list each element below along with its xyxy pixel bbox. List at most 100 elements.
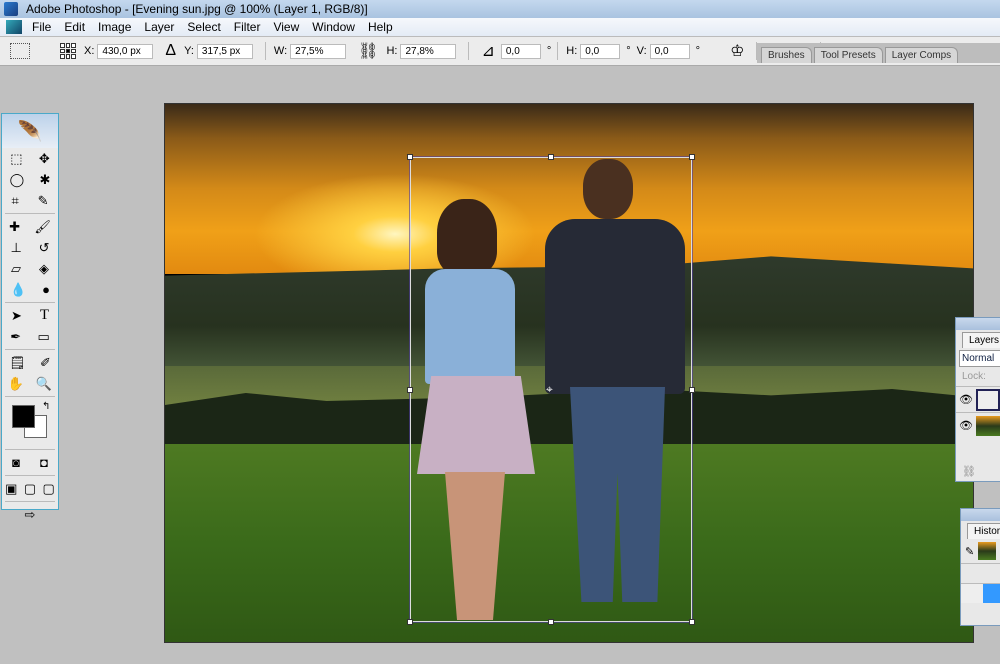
eye-icon[interactable]: 👁: [956, 419, 976, 432]
transform-handle[interactable]: [407, 387, 413, 393]
lasso-tool-icon[interactable]: ◯: [10, 172, 25, 188]
tool-preset-picker[interactable]: [10, 43, 30, 59]
palette-well: Brushes Tool Presets Layer Comps: [757, 43, 1000, 63]
healing-brush-icon[interactable]: ✚: [9, 219, 20, 235]
delta-icon[interactable]: Δ: [165, 42, 176, 60]
zoom-tool-icon[interactable]: 🔍: [36, 376, 52, 392]
brush-tool-icon[interactable]: 🖌: [34, 219, 51, 235]
lock-label: Lock:: [962, 371, 986, 382]
photoshop-app-icon[interactable]: [6, 20, 22, 34]
menu-bar: File Edit Image Layer Select Filter View…: [0, 18, 1000, 36]
document-canvas[interactable]: ⌖: [164, 103, 974, 643]
degree-symbol: °: [546, 45, 552, 57]
screen-mode-standard-icon[interactable]: ▣: [5, 481, 17, 497]
h-label: H:: [386, 45, 398, 57]
menu-layer[interactable]: Layer: [144, 20, 174, 34]
eraser-tool-icon[interactable]: ▱: [11, 261, 21, 277]
y-field[interactable]: 317,5 px: [196, 43, 253, 59]
tab-layer-comps[interactable]: Layer Comps: [884, 47, 959, 63]
move-tool-icon[interactable]: ✥: [39, 151, 50, 167]
screen-mode-full-icon[interactable]: ▢: [42, 481, 54, 497]
history-state-current[interactable]: [961, 583, 1000, 603]
degree-symbol: °: [626, 45, 631, 57]
tab-brushes[interactable]: Brushes: [761, 47, 812, 63]
link-icon[interactable]: ⛓: [358, 41, 378, 61]
menu-select[interactable]: Select: [187, 20, 220, 34]
vskew-field[interactable]: 0,0: [649, 43, 690, 59]
angle-icon: ⊿: [481, 43, 495, 60]
transform-handle[interactable]: [689, 387, 695, 393]
transform-center-icon[interactable]: ⌖: [546, 382, 553, 397]
y-label: Y:: [184, 45, 194, 57]
hskew-label: H:: [566, 45, 578, 57]
history-brush-source-icon[interactable]: ✎: [965, 545, 974, 558]
path-selection-icon[interactable]: ➤: [11, 308, 22, 324]
crop-tool-icon[interactable]: ⌗: [11, 193, 18, 209]
menu-file[interactable]: File: [32, 20, 51, 34]
quick-mask-icon[interactable]: ◘: [40, 455, 48, 470]
tab-tool-presets[interactable]: Tool Presets: [813, 47, 883, 63]
layer-row-layer1[interactable]: 👁: [956, 386, 1000, 412]
marquee-tool-icon[interactable]: ⬚: [10, 151, 22, 167]
transform-handle[interactable]: [689, 154, 695, 160]
swap-colors-icon[interactable]: ↰: [42, 401, 50, 412]
layer-row-background[interactable]: 👁: [956, 412, 1000, 438]
blur-tool-icon[interactable]: 💧: [10, 282, 26, 298]
w-label: W:: [273, 45, 288, 57]
notes-tool-icon[interactable]: 🗒: [9, 355, 26, 371]
menu-help[interactable]: Help: [368, 20, 393, 34]
clone-stamp-icon[interactable]: ⊥: [10, 240, 21, 256]
paint-bucket-icon[interactable]: ◈: [39, 261, 49, 277]
degree-symbol: °: [695, 45, 701, 57]
reference-point-icon[interactable]: [60, 43, 76, 59]
history-brush-icon[interactable]: ↺: [39, 240, 50, 256]
photoshop-logo-icon: [4, 2, 18, 16]
shape-tool-icon[interactable]: ▭: [37, 329, 49, 345]
type-tool-icon[interactable]: T: [40, 307, 49, 324]
pen-tool-icon[interactable]: ✒: [10, 329, 21, 345]
feather-logo-icon[interactable]: 🪶: [2, 114, 58, 148]
blend-mode-select[interactable]: Normal: [959, 350, 1000, 367]
menu-filter[interactable]: Filter: [234, 20, 261, 34]
title-bar: Adobe Photoshop - [Evening sun.jpg @ 100…: [0, 0, 1000, 18]
hand-tool-icon[interactable]: ✋: [8, 376, 24, 392]
menu-edit[interactable]: Edit: [64, 20, 85, 34]
dodge-tool-icon[interactable]: ●: [42, 282, 50, 297]
link-layers-icon[interactable]: ⛓: [962, 465, 976, 478]
slice-tool-icon[interactable]: ✎: [38, 193, 49, 209]
angle-field[interactable]: 0,0: [500, 43, 541, 59]
transform-handle[interactable]: [548, 619, 554, 625]
x-field[interactable]: 430,0 px: [97, 43, 154, 59]
tab-history[interactable]: History: [967, 523, 1000, 539]
layer-thumbnail: [976, 388, 1000, 411]
transform-handle[interactable]: [689, 619, 695, 625]
foreground-color-swatch[interactable]: [12, 405, 35, 428]
layer-thumbnail: [976, 415, 1000, 436]
free-transform-bounding-box[interactable]: ⌖: [407, 154, 695, 625]
layers-panel: Layers Normal Lock: 👁 👁 ⛓: [955, 317, 1000, 482]
tab-layers[interactable]: Layers: [962, 332, 1000, 348]
warp-icon[interactable]: ♔: [730, 41, 744, 61]
magic-wand-tool-icon[interactable]: ✱: [39, 172, 50, 188]
hskew-field[interactable]: 0,0: [580, 43, 621, 59]
menu-window[interactable]: Window: [312, 20, 355, 34]
x-label: X:: [84, 45, 95, 57]
history-state[interactable]: [961, 563, 1000, 583]
jump-to-imageready-icon[interactable]: ⇨: [25, 507, 36, 523]
transform-handle[interactable]: [407, 154, 413, 160]
menu-image[interactable]: Image: [98, 20, 131, 34]
window-title: Adobe Photoshop - [Evening sun.jpg @ 100…: [26, 2, 368, 16]
eye-icon[interactable]: 👁: [956, 393, 976, 406]
menu-view[interactable]: View: [273, 20, 299, 34]
standard-mode-icon[interactable]: ◙: [12, 455, 20, 470]
screen-mode-full-menu-icon[interactable]: ▢: [24, 481, 36, 497]
history-snapshot[interactable]: ✎: [961, 539, 1000, 563]
height-field[interactable]: 27,8%: [400, 43, 457, 59]
transform-handle[interactable]: [407, 619, 413, 625]
toolbox: 🪶 ⬚ ✥ ◯ ✱ ⌗ ✎ ✚ 🖌 ⊥ ↺ ▱ ◈ 💧 ● ➤ T ✒ ▭ 🗒 ✐ ✋ 🔍 ↰ ◙ ◘ …: [1, 113, 59, 522]
history-panel: History ✎: [960, 508, 1000, 626]
vskew-label: V:: [636, 45, 647, 57]
eyedropper-tool-icon[interactable]: ✐: [40, 355, 51, 371]
width-field[interactable]: 27,5%: [290, 43, 347, 59]
transform-handle[interactable]: [548, 154, 554, 160]
